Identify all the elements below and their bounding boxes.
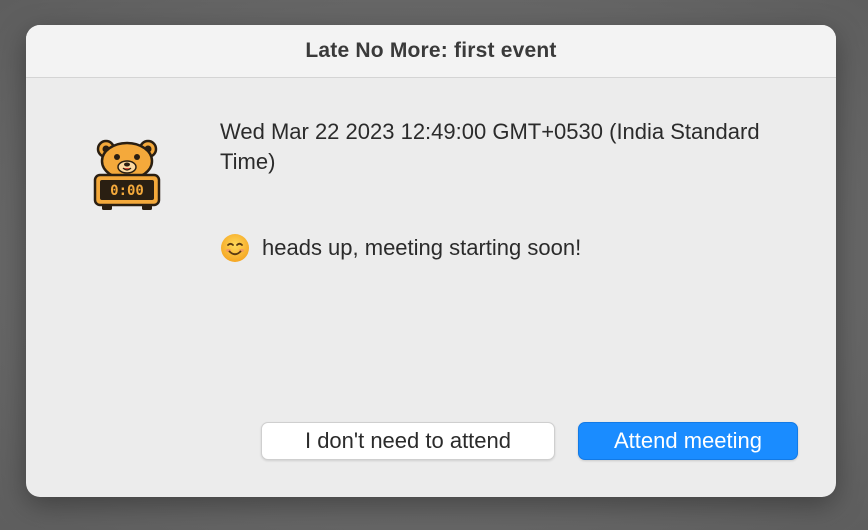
decline-button[interactable]: I don't need to attend — [261, 422, 555, 460]
attend-meeting-button[interactable]: Attend meeting — [578, 422, 798, 460]
dialog-titlebar: Late No More: first event — [26, 25, 836, 78]
notification-dialog: Late No More: first event 0:00 Wed Mar 2… — [26, 25, 836, 497]
event-message: heads up, meeting starting soon! — [262, 235, 582, 260]
bear-clock-icon: 0:00 — [92, 139, 162, 211]
event-datetime: Wed Mar 22 2023 12:49:00 GMT+0530 (India… — [220, 119, 760, 174]
smiling-face-emoji-icon — [220, 233, 250, 263]
dialog-title: Late No More: first event — [305, 39, 557, 62]
message-row: heads up, meeting starting soon! — [220, 233, 581, 263]
svg-text:0:00: 0:00 — [110, 183, 144, 199]
